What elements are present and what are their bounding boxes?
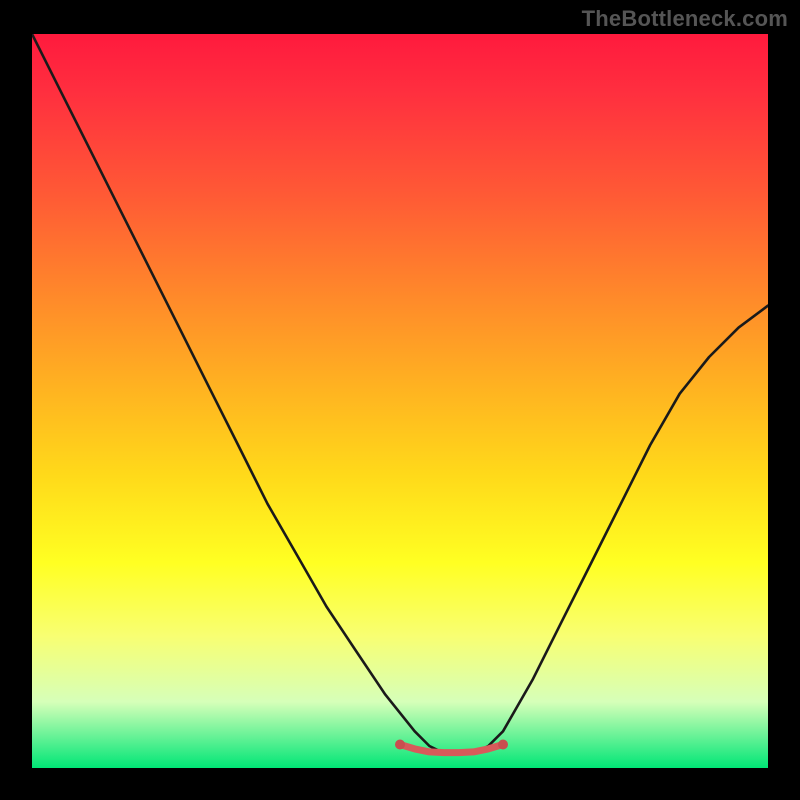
curve-layer <box>32 34 768 768</box>
watermark-text: TheBottleneck.com <box>582 6 788 32</box>
optimal-range-start-dot <box>395 740 405 750</box>
optimal-range-highlight <box>400 745 503 753</box>
bottleneck-curve <box>32 34 768 753</box>
chart-frame: TheBottleneck.com <box>0 0 800 800</box>
optimal-range-end-dot <box>498 740 508 750</box>
plot-area <box>32 34 768 768</box>
